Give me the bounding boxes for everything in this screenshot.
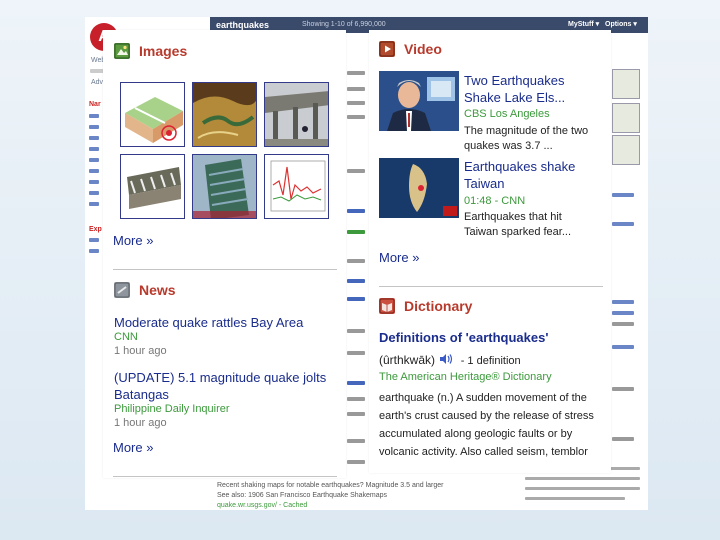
- bg-result-fragment: [347, 329, 365, 333]
- bg-bottom-url: quake.wr.usgs.gov/ - Cached: [217, 502, 308, 509]
- bg-link-fragment: [89, 180, 99, 184]
- bg-result-fragment: [347, 115, 365, 119]
- bg-link-fragment: [89, 249, 99, 253]
- news-item-title[interactable]: Moderate quake rattles Bay Area: [114, 314, 339, 331]
- bg-result-fragment: [347, 460, 365, 464]
- bg-nav-fragment: Adv: [91, 79, 104, 86]
- bg-result-fragment: [347, 279, 365, 283]
- definition-count: - 1 definition: [460, 355, 521, 367]
- pronunciation-text: (ûrthkwāk): [379, 353, 436, 367]
- bg-result-fragment: [347, 101, 365, 105]
- bg-result-fragment: [347, 381, 365, 385]
- dictionary-pronunciation: (ûrthkwāk) - 1 definition: [379, 352, 521, 367]
- news-item-time: 1 hour ago: [114, 417, 167, 429]
- right-results-panel: Video Two Earthquakes Shake Lake Els... …: [369, 30, 611, 473]
- image-thumbnail[interactable]: [120, 82, 185, 147]
- bg-result-fragment: [347, 71, 365, 75]
- video-item-source: 01:48 - CNN: [464, 195, 526, 207]
- bg-dict-fragment: [525, 487, 640, 490]
- bg-result-fragment: [347, 169, 365, 173]
- bg-search-box-fragment: [90, 69, 104, 73]
- video-thumbnail[interactable]: [379, 158, 459, 218]
- image-thumbnail[interactable]: [264, 154, 329, 219]
- video-play-icon: [379, 41, 395, 57]
- section-divider: [113, 476, 337, 477]
- image-thumbnail[interactable]: [192, 154, 257, 219]
- bg-result-fragment: [347, 397, 365, 401]
- dictionary-definition: earthquake (n.) A sudden movement of the…: [379, 392, 594, 458]
- news-more-link[interactable]: More »: [113, 440, 153, 455]
- section-divider: [379, 286, 603, 287]
- bg-link-fragment: [89, 191, 99, 195]
- bg-link-fragment: [612, 311, 634, 315]
- bg-thumb: [612, 69, 640, 99]
- bg-result-fragment: [347, 297, 365, 301]
- bg-result-fragment: [347, 351, 365, 355]
- news-item-source: CNN: [114, 331, 138, 343]
- bg-result-fragment: [347, 439, 365, 443]
- news-item-time: 1 hour ago: [114, 345, 167, 357]
- news-section-header: News: [114, 282, 176, 298]
- video-thumbnail[interactable]: [379, 71, 459, 131]
- video-item-title[interactable]: Two Earthquakes Shake Lake Els...: [464, 72, 604, 106]
- bg-dict-fragment: [525, 497, 625, 500]
- video-item-snippet: The magnitude of the two quakes was 3.7 …: [464, 125, 589, 152]
- bg-result-fragment: [347, 412, 365, 416]
- bg-result-fragment: [347, 259, 365, 263]
- bg-link-fragment: [612, 322, 634, 326]
- bg-nav-fragment: Nar: [89, 101, 101, 108]
- dictionary-source: The American Heritage® Dictionary: [379, 371, 552, 383]
- bg-nav-fragment: Exp: [89, 226, 102, 233]
- images-more-link[interactable]: More »: [113, 233, 153, 248]
- bg-thumb: [612, 135, 640, 165]
- left-results-panel: Images More » News Moderate quake rattle…: [103, 30, 346, 478]
- dictionary-section-header: Dictionary: [379, 298, 472, 314]
- bg-link-fragment: [612, 300, 634, 304]
- image-thumbnail[interactable]: [192, 82, 257, 147]
- video-item-title[interactable]: Earthquakes shake Taiwan: [464, 158, 604, 192]
- dictionary-heading[interactable]: Definitions of 'earthquakes': [379, 330, 548, 345]
- bg-thumb: [612, 103, 640, 133]
- bg-link-fragment: [89, 158, 99, 162]
- bg-link-fragment: [89, 238, 99, 242]
- speaker-icon[interactable]: [439, 353, 453, 365]
- bg-link-fragment: [89, 202, 99, 206]
- bg-bottom-result: Recent shaking maps for notable earthqua…: [217, 482, 444, 489]
- bg-link-fragment: [89, 114, 99, 118]
- bg-bottom-result: See also: 1906 San Francisco Earthquake …: [217, 492, 388, 499]
- images-section-header: Images: [114, 43, 187, 59]
- bg-result-fragment: [347, 87, 365, 91]
- bg-link-fragment: [612, 222, 634, 226]
- news-item-title[interactable]: (UPDATE) 5.1 magnitude quake jolts Batan…: [114, 369, 339, 403]
- video-section-header: Video: [379, 41, 442, 57]
- bg-link-fragment: [612, 387, 634, 391]
- images-section-title[interactable]: Images: [139, 43, 187, 59]
- bg-link-fragment: [612, 437, 634, 441]
- video-section-title[interactable]: Video: [404, 41, 442, 57]
- image-thumbnail[interactable]: [264, 82, 329, 147]
- news-item-source: Philippine Daily Inquirer: [114, 403, 230, 415]
- video-more-link[interactable]: More »: [379, 250, 419, 265]
- news-section-title[interactable]: News: [139, 282, 176, 298]
- bg-result-fragment: [347, 209, 365, 213]
- bg-link-fragment: [612, 193, 634, 197]
- video-item-snippet: Earthquakes that hit Taiwan sparked fear…: [464, 211, 572, 238]
- bg-link-fragment: [89, 147, 99, 151]
- dictionary-section-title[interactable]: Dictionary: [404, 298, 472, 314]
- bg-link-fragment: [89, 125, 99, 129]
- bg-link-fragment: [612, 345, 634, 349]
- news-icon: [114, 282, 130, 298]
- bg-dict-fragment: [525, 477, 640, 480]
- section-divider: [113, 269, 337, 270]
- video-item-source: CBS Los Angeles: [464, 108, 550, 120]
- dictionary-icon: [379, 298, 395, 314]
- images-icon: [114, 43, 130, 59]
- bg-result-fragment: [347, 230, 365, 234]
- bg-link-fragment: [89, 169, 99, 173]
- bg-link-fragment: [89, 136, 99, 140]
- image-thumbnail[interactable]: [120, 154, 185, 219]
